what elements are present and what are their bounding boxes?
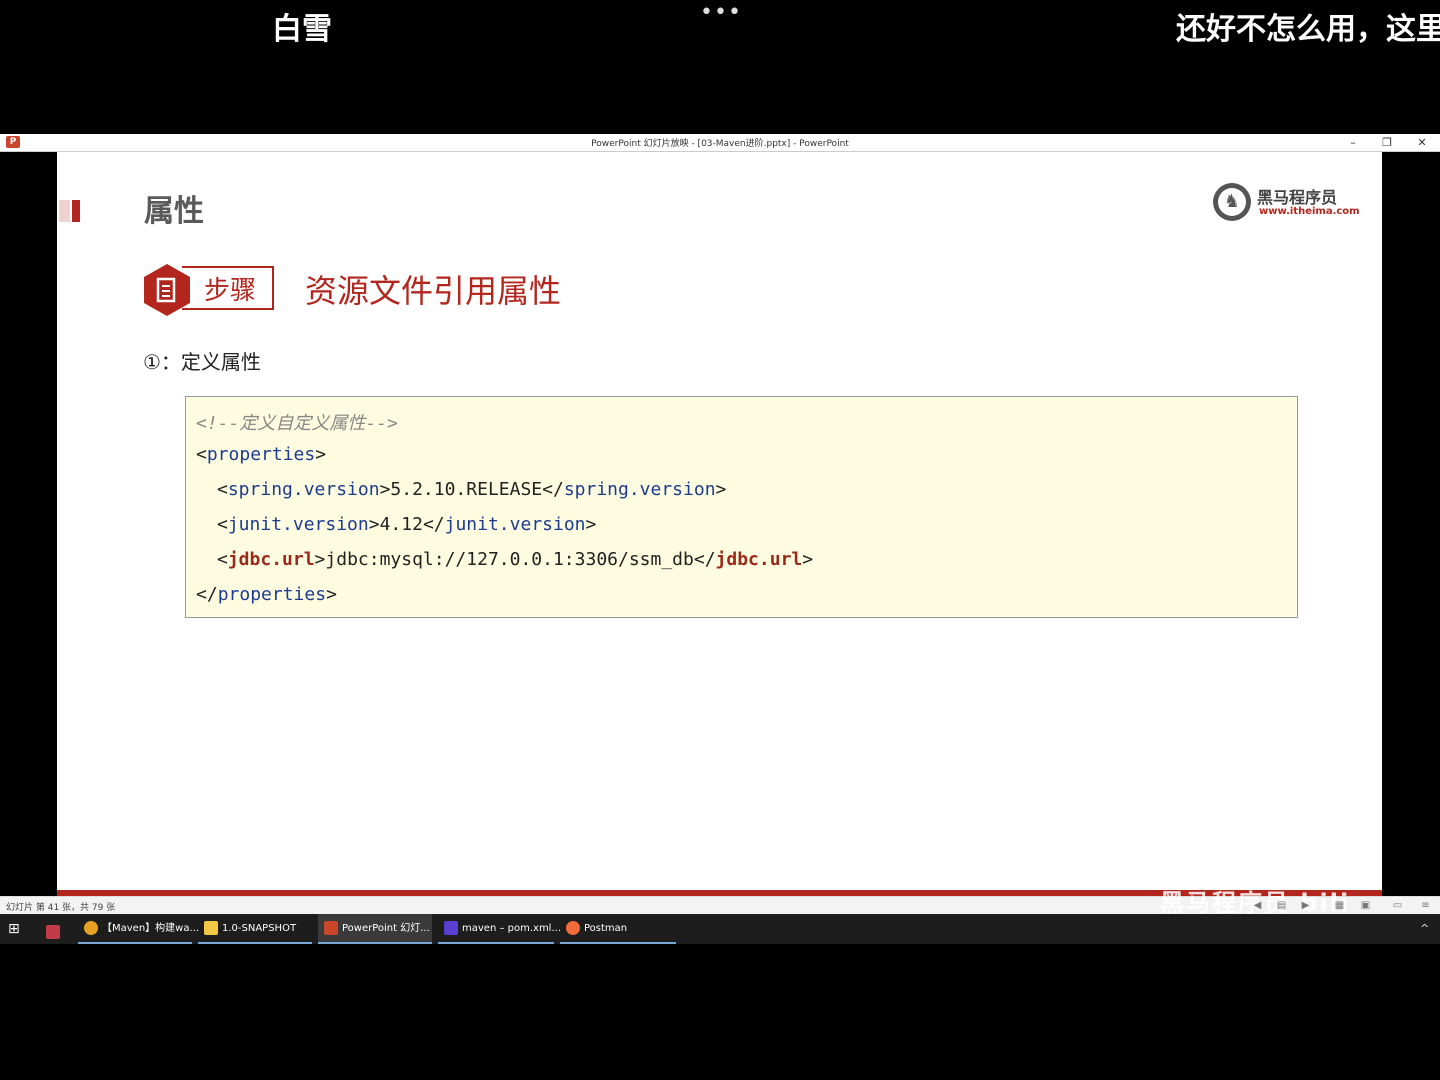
brand-logo: ♞ 黑马程序员 www.itheima.com: [1213, 182, 1360, 224]
step-badge: 步骤: [144, 264, 274, 316]
code-block: <!--定义自定义属性--> <properties> <spring.vers…: [185, 396, 1298, 618]
prop-name: junit.version: [227, 514, 369, 535]
code-comment: <!--定义自定义属性-->: [196, 413, 398, 434]
taskbar-underline: [438, 942, 554, 944]
danmu-comment-right: 还好不怎么用，这里: [1176, 12, 1440, 47]
powerpoint-icon: [324, 921, 338, 935]
taskbar-label: maven – pom.xml...: [462, 923, 561, 934]
prop-name: jdbc.url: [227, 549, 315, 570]
taskbar-underline: [560, 942, 676, 944]
more-options-icon[interactable]: •••: [700, 0, 742, 25]
step-item: ①：定义属性: [143, 350, 261, 374]
logo-name: 黑马程序员: [1257, 188, 1338, 207]
reading-view-icon[interactable]: ▣: [1360, 900, 1371, 911]
slide: 属性 ♞ 黑马程序员 www.itheima.com 步骤 资源文件引用属性 ①…: [57, 152, 1382, 896]
taskbar-item-intellij[interactable]: maven – pom.xml...: [438, 914, 561, 944]
tray-expand-icon[interactable]: ^: [1420, 914, 1429, 944]
taskbar-item-chrome[interactable]: 【Maven】构建wa...: [78, 914, 199, 944]
logo-url: www.itheima.com: [1259, 206, 1360, 217]
menu-icon[interactable]: ≡: [1420, 900, 1431, 911]
taskbar-item-folder[interactable]: 1.0-SNAPSHOT: [198, 914, 312, 944]
step-label: 步骤: [204, 276, 257, 306]
slide-sorter-icon[interactable]: ▦: [1334, 900, 1345, 911]
intellij-icon: [444, 921, 458, 935]
horse-logo-icon: ♞: [1213, 183, 1251, 221]
step-heading: 资源文件引用属性: [305, 272, 562, 310]
notes-icon[interactable]: ▤: [1276, 900, 1287, 911]
code-prop-line: <junit.version>4.12</junit.version>: [217, 514, 597, 535]
app-grid-icon: [46, 925, 60, 939]
folder-icon: [204, 921, 218, 935]
close-button[interactable]: ✕: [1405, 134, 1439, 151]
prop-close-name: spring.version: [563, 479, 716, 500]
maximize-button[interactable]: ❐: [1370, 134, 1404, 151]
taskbar-item-powerpoint[interactable]: PowerPoint 幻灯...: [318, 914, 432, 944]
title-accent-bar: [72, 200, 80, 222]
open-tag-name: properties: [206, 444, 316, 465]
taskbar: ⊞ 【Maven】构建wa... 1.0-SNAPSHOT PowerPoint…: [0, 914, 1440, 944]
code-close-tag: </properties>: [196, 584, 337, 605]
back-icon[interactable]: ◀: [1252, 900, 1263, 911]
minimize-button[interactable]: –: [1336, 134, 1370, 151]
postman-icon: [566, 921, 580, 935]
code-prop-line: <jdbc.url>jdbc:mysql://127.0.0.1:3306/ss…: [217, 549, 814, 570]
taskbar-label: PowerPoint 幻灯...: [342, 923, 430, 934]
play-icon[interactable]: ▶: [1300, 900, 1311, 911]
code-open-tag: <properties>: [196, 444, 327, 465]
title-bar: P PowerPoint 幻灯片放映 - [03-Maven进阶.pptx] -…: [0, 134, 1440, 152]
prop-value: 4.12: [379, 514, 423, 535]
prop-value: jdbc:mysql://127.0.0.1:3306/ssm_db: [325, 549, 694, 570]
slide-title: 属性: [144, 194, 204, 229]
window-title: PowerPoint 幻灯片放映 - [03-Maven进阶.pptx] - P…: [591, 139, 849, 149]
windows-start-icon[interactable]: ⊞: [8, 921, 24, 937]
prop-value: 5.2.10.RELEASE: [390, 479, 543, 500]
taskbar-label: 【Maven】构建wa...: [102, 923, 200, 934]
taskbar-label: Postman: [584, 923, 628, 934]
taskbar-item-postman[interactable]: Postman: [560, 914, 676, 944]
taskbar-app-icon[interactable]: [46, 914, 68, 944]
status-bar: 幻灯片 第 41 张，共 79 张 黑马程序员 bili ◀ ▤ ▶ ▦ ▣ ▭…: [0, 889, 1440, 917]
taskbar-underline: [198, 942, 312, 944]
taskbar-underline: [318, 942, 432, 944]
chrome-icon: [84, 921, 98, 935]
powerpoint-window: P PowerPoint 幻灯片放映 - [03-Maven进阶.pptx] -…: [0, 134, 1440, 917]
prop-close-name: jdbc.url: [715, 549, 803, 570]
slide-counter: 幻灯片 第 41 张，共 79 张: [6, 903, 116, 913]
taskbar-underline: [78, 942, 192, 944]
danmu-comment-left: 白雪: [272, 12, 332, 47]
taskbar-label: 1.0-SNAPSHOT: [222, 923, 297, 934]
prop-name: spring.version: [227, 479, 380, 500]
code-prop-line: <spring.version>5.2.10.RELEASE</spring.v…: [217, 479, 727, 500]
close-tag-name: properties: [217, 584, 327, 605]
document-hex-icon: [144, 264, 190, 316]
prop-close-name: junit.version: [444, 514, 586, 535]
title-accent-light: [59, 200, 70, 222]
slideshow-icon[interactable]: ▭: [1392, 900, 1403, 911]
